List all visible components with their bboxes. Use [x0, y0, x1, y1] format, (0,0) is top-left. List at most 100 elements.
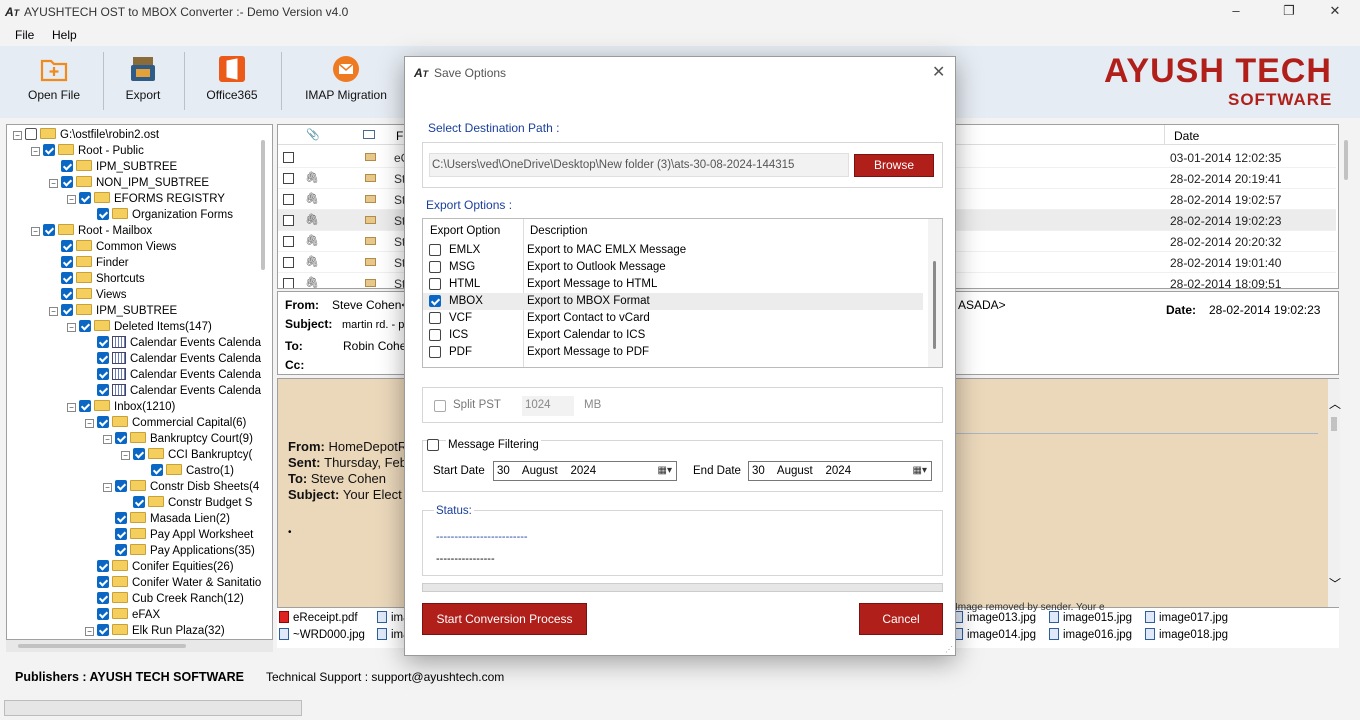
- tree-node[interactable]: − Root - Public: [31, 143, 144, 159]
- attachment-item[interactable]: ~WRD000.jpg: [279, 628, 365, 641]
- scroll-up-icon[interactable]: ︿: [1329, 395, 1341, 412]
- tree-node[interactable]: − Elk Run Plaza(32): [85, 623, 225, 639]
- tree-node[interactable]: − CCI Bankruptcy(: [121, 447, 252, 463]
- end-date-picker[interactable]: 30 August 2024 ▦▾: [748, 461, 932, 481]
- browse-button[interactable]: Browse: [854, 154, 934, 177]
- tree-node[interactable]: Finder: [49, 255, 129, 271]
- row-checkbox[interactable]: [283, 194, 294, 205]
- export-option-checkbox[interactable]: [429, 278, 441, 290]
- resize-grip-icon[interactable]: ⋰: [945, 645, 953, 654]
- export-option-checkbox[interactable]: [429, 329, 441, 341]
- collapse-icon[interactable]: −: [49, 179, 58, 188]
- collapse-icon[interactable]: −: [49, 307, 58, 316]
- tree-node[interactable]: Shortcuts: [49, 271, 145, 287]
- collapse-icon[interactable]: −: [85, 419, 94, 428]
- tree-checkbox[interactable]: [115, 480, 127, 492]
- tree-node[interactable]: Pay Appl Worksheet: [103, 527, 253, 543]
- tree-node[interactable]: Castro(1): [139, 463, 234, 479]
- export-option-checkbox[interactable]: [429, 346, 441, 358]
- tree-node[interactable]: − Constr Disb Sheets(4: [103, 479, 259, 495]
- tree-checkbox[interactable]: [97, 416, 109, 428]
- tree-checkbox[interactable]: [97, 576, 109, 588]
- tree-node[interactable]: Pay Applications(35): [103, 543, 255, 559]
- row-checkbox[interactable]: [283, 173, 294, 184]
- export-option-checkbox[interactable]: [429, 312, 441, 324]
- tree-node[interactable]: − Bankruptcy Court(9): [103, 431, 253, 447]
- menu-file[interactable]: File: [15, 28, 34, 42]
- tree-checkbox[interactable]: [25, 128, 37, 140]
- tree-checkbox[interactable]: [61, 256, 73, 268]
- attachment-item[interactable]: image018.jpg: [1145, 628, 1228, 641]
- options-scroll-thumb[interactable]: [933, 261, 936, 349]
- collapse-icon[interactable]: −: [67, 403, 76, 412]
- tree-checkbox[interactable]: [97, 624, 109, 636]
- list-scrollbar[interactable]: [1344, 140, 1348, 180]
- tree-checkbox[interactable]: [133, 496, 145, 508]
- open-file-button[interactable]: Open File: [20, 54, 88, 112]
- tree-checkbox[interactable]: [97, 208, 109, 220]
- row-checkbox[interactable]: [283, 257, 294, 268]
- tree-checkbox[interactable]: [115, 512, 127, 524]
- scroll-down-icon[interactable]: ﹀: [1329, 575, 1341, 592]
- tree-horizontal-scrollbar[interactable]: [6, 640, 273, 652]
- tree-checkbox[interactable]: [133, 448, 145, 460]
- tree-node[interactable]: IPM_SUBTREE: [49, 159, 177, 175]
- tree-node[interactable]: − G:\ostfile\robin2.ost: [13, 127, 159, 143]
- collapse-icon[interactable]: −: [67, 323, 76, 332]
- tree-checkbox[interactable]: [61, 176, 73, 188]
- tree-checkbox[interactable]: [61, 160, 73, 172]
- tree-node[interactable]: Conifer Equities(26): [85, 559, 234, 575]
- tree-node[interactable]: Calendar Events Calenda: [85, 335, 261, 351]
- collapse-icon[interactable]: −: [31, 227, 40, 236]
- tree-node[interactable]: − Inbox(1210): [67, 399, 175, 415]
- export-option-row[interactable]: MSG Export to Outlook Message: [423, 259, 923, 276]
- tree-checkbox[interactable]: [61, 304, 73, 316]
- tree-checkbox[interactable]: [79, 192, 91, 204]
- tree-checkbox[interactable]: [79, 320, 91, 332]
- tree-scrollbar[interactable]: [261, 140, 265, 270]
- tree-node[interactable]: Common Views: [49, 239, 176, 255]
- menu-help[interactable]: Help: [52, 28, 77, 42]
- tree-checkbox[interactable]: [97, 368, 109, 380]
- attachment-item[interactable]: image016.jpg: [1049, 628, 1132, 641]
- attachment-item[interactable]: image014.jpg: [953, 628, 1036, 641]
- attachment-item[interactable]: eReceipt.pdf: [279, 611, 358, 624]
- attachment-item[interactable]: image013.jpg: [953, 611, 1036, 624]
- calendar-dropdown-icon[interactable]: ▦▾: [658, 465, 672, 476]
- split-checkbox[interactable]: [434, 400, 446, 412]
- collapse-icon[interactable]: −: [85, 627, 94, 636]
- date-col-header[interactable]: Date: [1174, 129, 1199, 143]
- destination-path-field[interactable]: C:\Users\ved\OneDrive\Desktop\New folder…: [429, 153, 849, 177]
- collapse-icon[interactable]: −: [103, 483, 112, 492]
- tree-checkbox[interactable]: [79, 400, 91, 412]
- tree-node[interactable]: − NON_IPM_SUBTREE: [49, 175, 209, 191]
- tree-checkbox[interactable]: [151, 464, 163, 476]
- tree-node[interactable]: eFAX: [85, 607, 160, 623]
- tree-node[interactable]: − IPM_SUBTREE: [49, 303, 177, 319]
- start-date-picker[interactable]: 30 August 2024 ▦▾: [493, 461, 677, 481]
- tree-checkbox[interactable]: [43, 144, 55, 156]
- tree-node[interactable]: Conifer Water & Sanitatio: [85, 575, 261, 591]
- split-size-field[interactable]: 1024: [522, 396, 574, 416]
- export-option-row[interactable]: HTML Export Message to HTML: [423, 276, 923, 293]
- collapse-icon[interactable]: −: [67, 195, 76, 204]
- export-option-checkbox[interactable]: [429, 244, 441, 256]
- options-scrollbar[interactable]: [928, 219, 942, 367]
- dialog-close-icon[interactable]: ✕: [932, 62, 945, 82]
- start-conversion-button[interactable]: Start Conversion Process: [422, 603, 587, 635]
- tree-node[interactable]: Calendar Events Calenda: [85, 351, 261, 367]
- tree-checkbox[interactable]: [97, 384, 109, 396]
- export-option-row[interactable]: MBOX Export to MBOX Format: [423, 293, 923, 310]
- scroll-thumb[interactable]: [1331, 417, 1337, 431]
- tree-node[interactable]: Organization Forms: [85, 207, 233, 223]
- tree-checkbox[interactable]: [97, 560, 109, 572]
- maximize-button[interactable]: ❐: [1279, 3, 1299, 19]
- tree-node[interactable]: − Commercial Capital(6): [85, 415, 246, 431]
- row-checkbox[interactable]: [283, 236, 294, 247]
- close-window-button[interactable]: ✕: [1325, 3, 1345, 19]
- tree-checkbox[interactable]: [61, 288, 73, 300]
- export-option-row[interactable]: PDF Export Message to PDF: [423, 344, 923, 361]
- office365-button[interactable]: Office365: [200, 54, 264, 112]
- attachment-item[interactable]: image015.jpg: [1049, 611, 1132, 624]
- tree-checkbox[interactable]: [43, 224, 55, 236]
